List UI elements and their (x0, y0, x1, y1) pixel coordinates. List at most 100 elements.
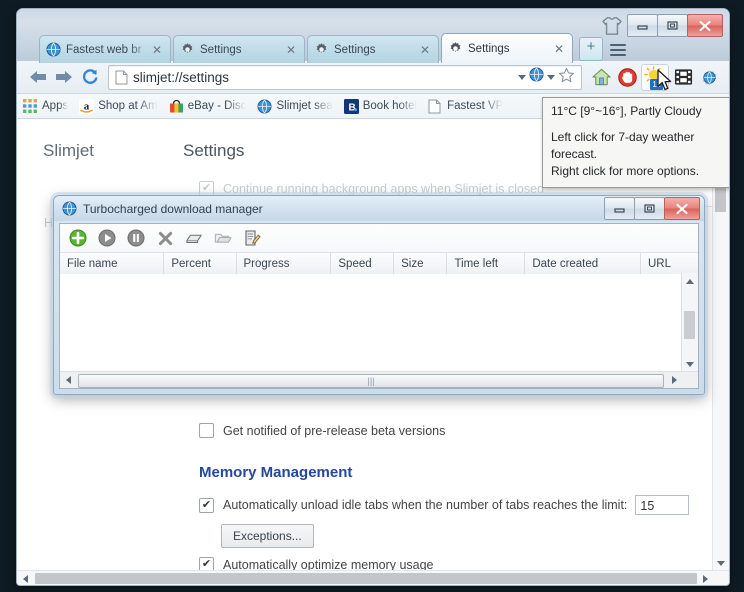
dialog-minimize-button[interactable] (604, 197, 635, 220)
address-bar[interactable]: slimjet://settings (108, 64, 582, 90)
exceptions-button[interactable]: Exceptions... (221, 524, 314, 548)
tab-settings-2[interactable]: Settings ✕ (307, 35, 439, 63)
edit-properties-icon[interactable] (243, 229, 261, 247)
brand-label: Slimjet (43, 141, 95, 160)
dialog-title-bar[interactable]: Turbocharged download manager (54, 196, 704, 221)
download-vertical-scrollbar[interactable] (681, 273, 698, 372)
add-download-icon[interactable] (69, 229, 87, 247)
globe-icon (46, 42, 61, 57)
tab-close-icon[interactable]: ✕ (552, 42, 566, 56)
page-title: Settings (183, 141, 245, 160)
back-arrow-icon[interactable] (25, 64, 51, 90)
bookmark-booking[interactable]: B Book hotel (343, 98, 418, 114)
bookmark-label: Apps (42, 100, 69, 112)
bookmark-amazon[interactable]: a Shop at Am (79, 98, 158, 114)
scroll-right-arrow-icon[interactable] (697, 571, 713, 585)
svg-text:a: a (84, 100, 90, 112)
page-icon (428, 99, 443, 114)
bookmark-slimjet-search[interactable]: Slimjet sea (257, 99, 333, 114)
dl-scroll-left-arrow-icon[interactable] (60, 372, 76, 388)
download-horizontal-scrollbar[interactable]: ||| (60, 371, 698, 388)
column-header-progress[interactable]: Progress (237, 253, 332, 274)
download-table-header: File name Percent Progress Speed Size Ti… (60, 253, 698, 275)
page-horizontal-scrollbar[interactable] (17, 570, 729, 585)
download-toolbar (60, 224, 698, 253)
column-header-date-created[interactable]: Date created (525, 253, 641, 274)
address-bar-url: slimjet://settings (133, 69, 230, 85)
scroll-down-arrow-icon[interactable] (713, 555, 729, 571)
chevron-down-icon-2[interactable] (547, 74, 555, 80)
column-header-time-left[interactable]: Time left (447, 253, 526, 274)
chevron-down-icon[interactable] (518, 74, 526, 80)
slimjet-globe-icon (257, 99, 272, 114)
bookmark-star-icon[interactable] (558, 67, 575, 88)
dl-horizontal-scroll-thumb[interactable]: ||| (78, 374, 664, 388)
row-exceptions: Exceptions... (221, 524, 713, 548)
dl-vertical-scroll-thumb[interactable] (684, 311, 695, 339)
new-tab-button[interactable]: + (579, 37, 603, 61)
tab-settings-active[interactable]: Settings ✕ (441, 33, 573, 63)
column-header-size[interactable]: Size (394, 253, 448, 274)
tab-fastest-web-browser[interactable]: Fastest web br ✕ (39, 35, 171, 63)
navigation-toolbar: slimjet://settings 11 (17, 61, 729, 94)
checkbox-beta-versions[interactable] (199, 423, 214, 438)
bookmark-fastest-vpn[interactable]: Fastest VP (428, 99, 503, 114)
delete-download-icon[interactable] (156, 229, 174, 247)
tab-list: Fastest web br ✕ Settings ✕ Settings ✕ S… (39, 33, 626, 63)
tab-close-icon[interactable]: ✕ (418, 43, 432, 57)
dialog-close-button[interactable] (664, 197, 700, 220)
tab-strip: Fastest web br ✕ Settings ✕ Settings ✕ S… (17, 9, 729, 63)
pause-download-icon[interactable] (127, 229, 145, 247)
dl-scroll-down-arrow-icon[interactable] (682, 356, 698, 372)
checkbox-unload-idle-tabs[interactable]: ✔ (199, 497, 214, 513)
weather-tooltip: 11°C [9°~16°], Partly Cloudy Left click … (542, 97, 729, 189)
tab-close-icon[interactable]: ✕ (284, 43, 298, 57)
forward-arrow-icon[interactable] (51, 64, 77, 90)
weather-summary: 11°C [9°~16°], Partly Cloudy (551, 104, 702, 118)
memory-management-heading: Memory Management (199, 464, 353, 481)
column-header-file-name[interactable]: File name (60, 253, 165, 274)
tab-close-icon[interactable]: ✕ (150, 43, 164, 57)
maximize-button[interactable] (657, 14, 688, 37)
video-downloader-icon[interactable] (671, 65, 695, 89)
bookmark-label: Slimjet sea (276, 100, 333, 112)
dl-scroll-right-arrow-icon[interactable] (666, 372, 682, 388)
row-unload-idle-tabs[interactable]: ✔ Automatically unload idle tabs when th… (199, 495, 713, 515)
close-window-button[interactable] (687, 14, 723, 37)
gear-icon (314, 42, 329, 57)
dialog-maximize-button[interactable] (634, 197, 665, 220)
slimjet-globe-icon (62, 201, 77, 216)
open-folder-icon[interactable] (214, 229, 232, 247)
horizontal-scroll-thumb[interactable] (35, 573, 697, 584)
scroll-left-arrow-icon[interactable] (17, 571, 33, 585)
remove-completed-icon[interactable] (185, 229, 203, 247)
bookmark-ebay[interactable]: eBay - Disc (169, 99, 247, 114)
page-icon (115, 70, 128, 85)
dl-scroll-up-arrow-icon[interactable] (682, 273, 698, 289)
tooltip-gap (551, 120, 729, 129)
list-menu-icon[interactable] (610, 40, 626, 60)
bookmark-label: Book hotel (362, 100, 418, 112)
bookmark-apps[interactable]: Apps (23, 98, 69, 114)
tab-title: Fastest web br (66, 43, 142, 56)
start-download-icon[interactable] (98, 229, 116, 247)
row-label: Automatically unload idle tabs when the … (223, 498, 628, 512)
search-engine-globe-icon[interactable] (529, 67, 544, 87)
adblock-icon[interactable] (615, 65, 639, 89)
slimjet-settings-icon[interactable] (697, 65, 721, 89)
tab-limit-input[interactable]: 15 (635, 495, 690, 515)
reload-icon[interactable] (77, 64, 103, 90)
tab-settings-1[interactable]: Settings ✕ (173, 35, 305, 63)
minimize-button[interactable] (627, 14, 658, 37)
column-header-percent[interactable]: Percent (164, 253, 237, 274)
column-header-url[interactable]: URL (641, 253, 698, 274)
download-list[interactable] (60, 274, 682, 372)
booking-icon: B (343, 98, 359, 114)
home-icon[interactable] (589, 65, 613, 89)
tab-title: Settings (334, 43, 376, 56)
checkbox-background-apps[interactable]: ✔ (199, 181, 214, 196)
bookmark-label: eBay - Disc (187, 100, 247, 112)
row-beta-versions[interactable]: Get notified of pre-release beta version… (199, 423, 713, 438)
column-header-speed[interactable]: Speed (331, 253, 395, 274)
bookmark-label: Fastest VP (447, 100, 504, 112)
